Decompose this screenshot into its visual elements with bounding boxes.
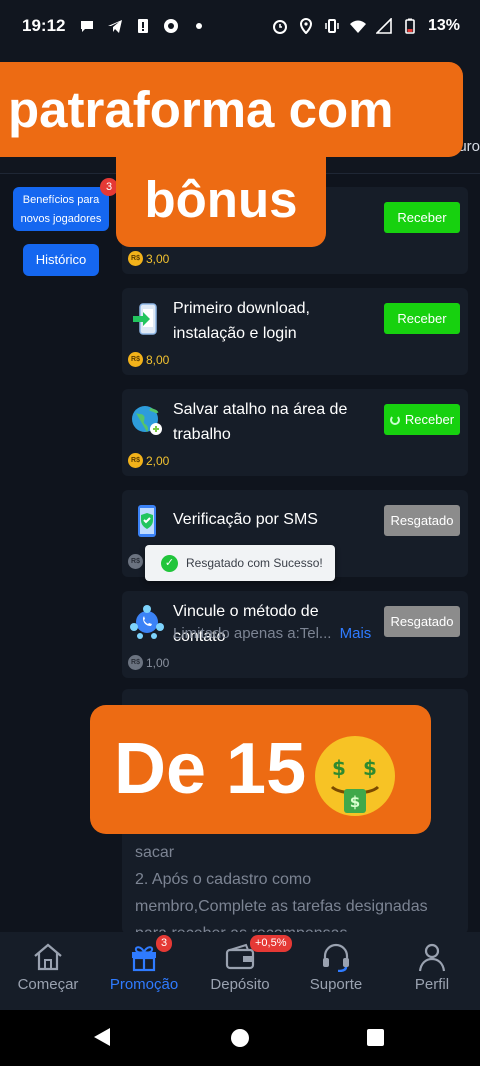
- location-icon: [298, 18, 314, 34]
- promo-overlay-line2: bônus: [116, 152, 326, 247]
- task-subtitle: Limitado apenas a:Tel... Mais: [173, 625, 371, 642]
- recents-icon[interactable]: [367, 1029, 384, 1046]
- success-toast: ✓ Resgatado com Sucesso!: [145, 545, 335, 581]
- alarm-icon: [272, 18, 288, 34]
- download-phone-icon: [130, 302, 164, 336]
- task-reward-value: 3,00: [146, 251, 170, 266]
- rules-text: sacar 2. Após o cadastro como membro,Com…: [135, 839, 455, 934]
- sidebar-item-label-line1: Benefícios para: [22, 194, 100, 206]
- coin-icon: R$: [128, 453, 143, 468]
- chrome-icon: [163, 18, 179, 34]
- task-subtitle-text: Limitado apenas a:Tel...: [173, 625, 332, 642]
- rules-line: 2. Após o cadastro como: [135, 871, 312, 888]
- receive-button[interactable]: Receber: [384, 303, 460, 334]
- receive-button-label: Receber: [404, 412, 455, 427]
- nav-item-profile[interactable]: Perfil: [384, 942, 480, 993]
- svg-text:$: $: [350, 793, 360, 811]
- user-icon: [416, 942, 448, 972]
- status-right-icons: 13%: [272, 17, 460, 35]
- alert-icon: [135, 18, 151, 34]
- bottom-nav: Começar Promoção Depósito Suporte Perfil…: [0, 932, 480, 1010]
- telegram-icon: [107, 18, 123, 34]
- home-icon: [32, 942, 64, 972]
- phone-shield-icon: [130, 504, 164, 538]
- task-title: Salvar atalho na área de trabalho: [173, 401, 348, 443]
- dot-icon: [191, 18, 207, 34]
- receive-button[interactable]: Receber: [384, 202, 460, 233]
- task-reward: R$ 2,00: [128, 453, 169, 468]
- nav-item-support[interactable]: Suporte: [288, 942, 384, 993]
- rules-line: sacar: [135, 844, 175, 861]
- receive-button-loading[interactable]: Receber: [384, 404, 460, 435]
- contact-network-icon: [130, 605, 164, 639]
- coin-icon: R$: [128, 554, 143, 569]
- signal-icon: [375, 18, 392, 34]
- sidebar-item-label-line2: novos jogadores: [20, 213, 102, 225]
- rules-line: membro,Complete as tarefas designadas: [135, 898, 428, 915]
- deposit-bonus-badge: +0,5%: [250, 935, 292, 952]
- chat-icon: [79, 18, 95, 34]
- task-reward: R$ 8,00: [128, 352, 169, 367]
- claimed-button[interactable]: Resgatado: [384, 606, 460, 637]
- nav-item-start[interactable]: Começar: [0, 942, 96, 993]
- task-reward-value: 8,00: [146, 352, 170, 367]
- claimed-button[interactable]: Resgatado: [384, 505, 460, 536]
- vibrate-icon: [324, 18, 340, 34]
- task-card: Vincule o método de contato Limitado ape…: [122, 591, 468, 678]
- nav-item-label: Suporte: [309, 976, 363, 993]
- coin-icon: R$: [128, 352, 143, 367]
- battery-icon: [402, 18, 418, 34]
- status-time: 19:12: [22, 16, 66, 35]
- coin-icon: R$: [128, 655, 143, 670]
- toast-message: Resgatado com Sucesso!: [186, 556, 323, 570]
- more-link[interactable]: Mais: [340, 625, 372, 642]
- status-left-icons: [79, 18, 207, 34]
- loading-spinner-icon: [389, 415, 400, 425]
- battery-percent: 13%: [427, 17, 460, 34]
- task-reward: R$: [128, 554, 146, 569]
- task-reward: R$ 3,00: [128, 251, 169, 266]
- globe-link-icon: [130, 403, 164, 437]
- promo-overlay-line1: patraforma com: [0, 62, 463, 157]
- promotion-badge: 3: [156, 935, 173, 952]
- system-nav-bar: [0, 1010, 480, 1066]
- task-reward: R$ 1,00: [128, 655, 169, 670]
- sidebar-item-new-player-benefits[interactable]: Benefícios para novos jogadores: [13, 187, 109, 231]
- headset-icon: [320, 942, 352, 972]
- nav-item-label: Depósito: [210, 976, 270, 993]
- coin-icon: R$: [128, 251, 143, 266]
- back-icon[interactable]: [94, 1028, 110, 1046]
- money-mouth-face-icon: $ $ $: [315, 736, 395, 816]
- status-bar: 19:12 13%: [0, 0, 480, 52]
- nav-item-promotion[interactable]: Promoção: [96, 942, 192, 993]
- task-reward-value: 2,00: [146, 453, 170, 468]
- task-title: Primeiro download, instalação e login: [173, 300, 310, 342]
- task-card: Primeiro download, instalação e login Re…: [122, 288, 468, 375]
- task-card: Salvar atalho na área de trabalho Recebe…: [122, 389, 468, 476]
- wifi-icon: [349, 18, 366, 34]
- home-circle-icon[interactable]: [231, 1029, 249, 1047]
- nav-item-label: Promoção: [109, 976, 179, 993]
- task-reward-value: 1,00: [146, 655, 170, 670]
- nav-item-label: Perfil: [414, 976, 450, 993]
- history-button[interactable]: Histórico: [23, 244, 99, 276]
- gift-icon: [128, 942, 160, 972]
- task-title: Verificação por SMS: [173, 511, 318, 528]
- svg-text:$: $: [332, 756, 346, 780]
- nav-item-label: Começar: [17, 976, 79, 993]
- check-icon: ✓: [161, 554, 178, 572]
- svg-text:$: $: [363, 756, 377, 780]
